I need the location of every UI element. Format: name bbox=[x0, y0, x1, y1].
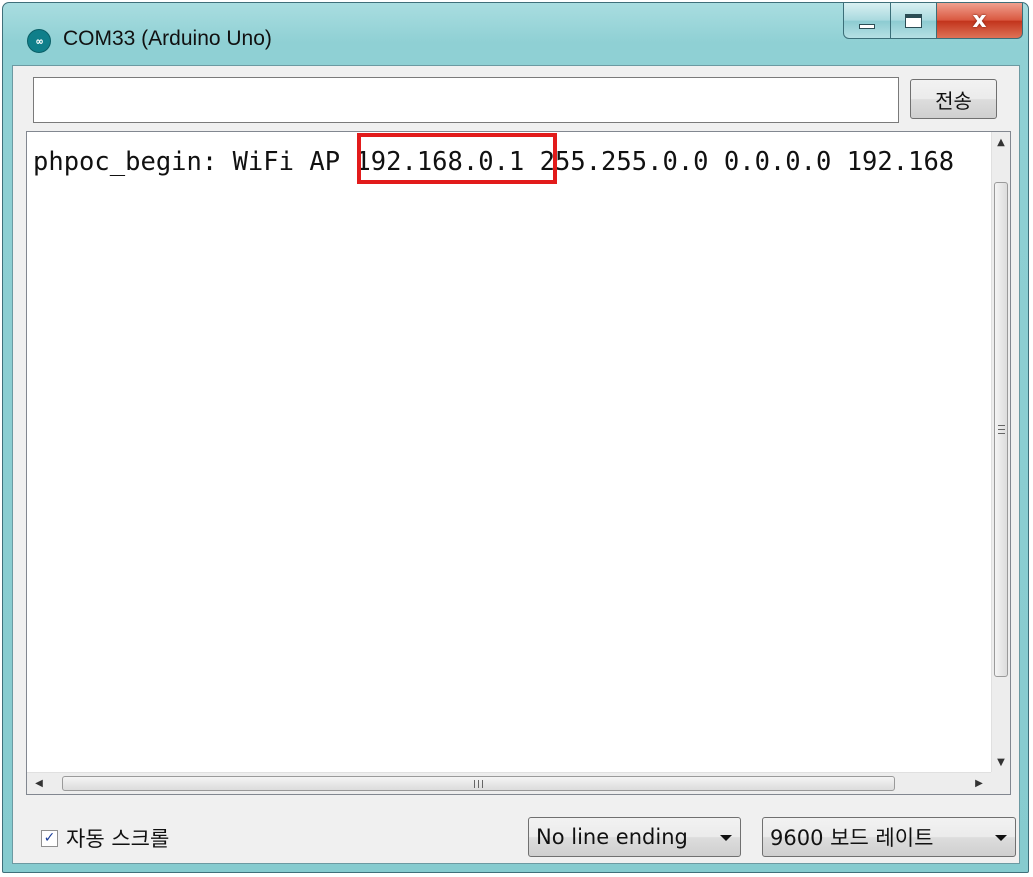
autoscroll-checkbox[interactable]: ✓ bbox=[41, 829, 58, 847]
horizontal-scroll-thumb[interactable] bbox=[62, 776, 895, 791]
output-highlight-ip: 192.168.0.1 bbox=[355, 147, 525, 177]
window-title: COM33 (Arduino Uno) bbox=[63, 27, 272, 50]
maximize-button[interactable] bbox=[891, 3, 937, 39]
serial-output-area[interactable]: phpoc_begin: WiFi AP 192.168.0.1 255.255… bbox=[26, 131, 1011, 795]
output-suffix: 255.255.0.0 0.0.0.0 192.168 bbox=[524, 147, 955, 177]
minimize-button[interactable] bbox=[843, 3, 891, 39]
title-bar[interactable]: ∞ COM33 (Arduino Uno) x bbox=[3, 3, 1028, 67]
checkmark-icon: ✓ bbox=[43, 830, 56, 846]
serial-monitor-window: ∞ COM33 (Arduino Uno) x 전송 phpoc_begin: … bbox=[2, 2, 1029, 873]
scrollbar-corner bbox=[991, 772, 1010, 794]
grip-icon bbox=[997, 425, 1005, 434]
scroll-down-arrow-icon[interactable]: ▼ bbox=[992, 752, 1010, 772]
chevron-down-icon bbox=[995, 835, 1007, 841]
arduino-icon: ∞ bbox=[27, 29, 51, 53]
chevron-down-icon bbox=[720, 835, 732, 841]
maximize-icon bbox=[905, 13, 922, 28]
client-area: 전송 phpoc_begin: WiFi AP 192.168.0.1 255.… bbox=[12, 65, 1020, 864]
serial-input[interactable] bbox=[33, 77, 899, 123]
vertical-scroll-thumb[interactable] bbox=[994, 182, 1008, 677]
autoscroll-label: 자동 스크롤 bbox=[66, 827, 170, 851]
minimize-icon bbox=[859, 24, 875, 29]
scroll-left-arrow-icon[interactable]: ◀ bbox=[27, 773, 51, 794]
close-button[interactable]: x bbox=[937, 3, 1023, 39]
autoscroll-toggle[interactable]: ✓ 자동 스크롤 bbox=[41, 823, 169, 853]
baud-rate-value: 9600 보드 레이트 bbox=[770, 826, 934, 850]
arduino-logo-glyph: ∞ bbox=[36, 34, 43, 48]
baud-rate-select[interactable]: 9600 보드 레이트 bbox=[762, 817, 1016, 857]
line-ending-select[interactable]: No line ending bbox=[528, 817, 741, 857]
output-prefix: phpoc_begin: WiFi AP bbox=[33, 147, 356, 177]
window-controls: x bbox=[843, 3, 1023, 41]
scroll-up-arrow-icon[interactable]: ▲ bbox=[992, 132, 1010, 152]
vertical-scrollbar[interactable]: ▲ ▼ bbox=[991, 132, 1010, 772]
grip-icon bbox=[474, 779, 483, 788]
close-icon: x bbox=[972, 8, 987, 33]
send-button[interactable]: 전송 bbox=[910, 79, 997, 119]
serial-output-viewport: phpoc_begin: WiFi AP 192.168.0.1 255.255… bbox=[27, 132, 991, 772]
line-ending-value: No line ending bbox=[536, 825, 688, 849]
serial-output-line: phpoc_begin: WiFi AP 192.168.0.1 255.255… bbox=[33, 147, 954, 177]
scroll-right-arrow-icon[interactable]: ▶ bbox=[967, 773, 991, 794]
horizontal-scrollbar[interactable]: ◀ ▶ bbox=[27, 772, 991, 794]
